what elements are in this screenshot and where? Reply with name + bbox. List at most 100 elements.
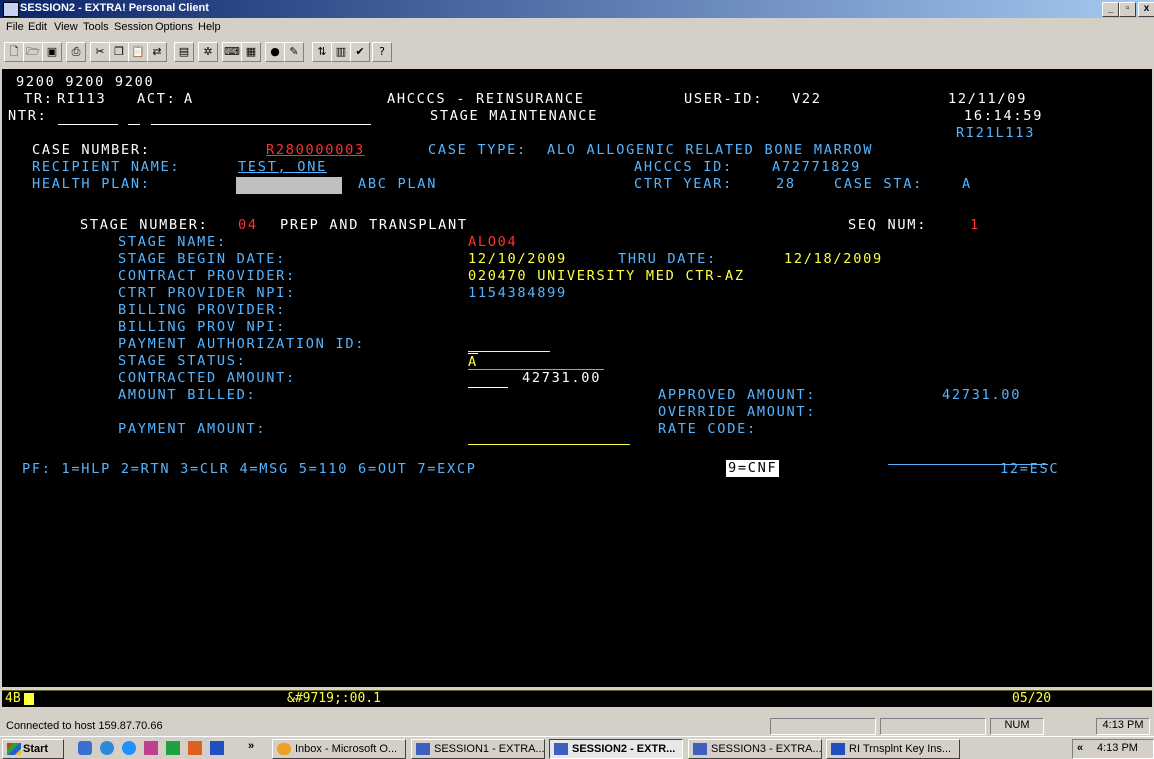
transfer-icon[interactable]: ⇅: [312, 42, 332, 62]
task-session2[interactable]: SESSION2 - EXTR...: [549, 739, 683, 759]
menu-options[interactable]: Options: [155, 21, 193, 33]
quicklaunch-icon-6[interactable]: [188, 741, 202, 755]
settings-icon[interactable]: ✲: [198, 42, 218, 62]
billing-provider-label: BILLING PROVIDER:: [118, 302, 287, 318]
ntr-field-3[interactable]: [151, 109, 371, 125]
quicklaunch-icon-1[interactable]: [78, 741, 92, 755]
save-icon[interactable]: ▣: [42, 42, 62, 62]
menu-edit[interactable]: Edit: [28, 21, 47, 33]
task-label: Inbox - Microsoft O...: [295, 743, 398, 755]
quicklaunch-icon-3[interactable]: [122, 741, 136, 755]
time-value: 16:14:59: [964, 108, 1044, 124]
menu-session[interactable]: Session: [114, 21, 153, 33]
connection-status: Connected to host 159.87.70.66: [6, 720, 163, 732]
menu-view[interactable]: View: [54, 21, 78, 33]
task-label: SESSION3 - EXTRA...: [711, 743, 822, 755]
task-session3[interactable]: SESSION3 - EXTRA...: [688, 739, 822, 759]
status-panel-1: [770, 718, 876, 735]
contracted-amount-value: 42731.00: [522, 370, 602, 386]
quicklaunch-more[interactable]: »: [248, 740, 254, 752]
billing-provider-field[interactable]: [468, 336, 550, 352]
tray-expand[interactable]: «: [1077, 742, 1083, 754]
report-icon[interactable]: ▥: [331, 42, 351, 62]
send-icon[interactable]: ⇄: [147, 42, 167, 62]
window-title-bar[interactable]: SESSION2 - EXTRA! Personal Client _ ▫ x: [0, 0, 1154, 18]
ntr-field-2[interactable]: [128, 109, 140, 125]
act-value[interactable]: A: [184, 91, 194, 108]
screen-id: RI21L113: [956, 125, 1036, 141]
macro-icon[interactable]: ▦: [241, 42, 261, 62]
status-bar: Connected to host 159.87.70.66 NUM 4:13 …: [0, 717, 1154, 735]
new-icon[interactable]: 🗋: [4, 42, 24, 62]
paste-icon[interactable]: 📋: [128, 42, 148, 62]
open-icon[interactable]: 🗁: [23, 42, 43, 62]
menu-file[interactable]: File: [6, 21, 24, 33]
oia-status: 4B: [5, 691, 21, 706]
system-title: AHCCCS - REINSURANCE: [387, 91, 585, 107]
print-icon[interactable]: ⎙: [66, 42, 86, 62]
billing-npi-field[interactable]: [468, 354, 604, 370]
maximize-button[interactable]: ▫: [1119, 2, 1136, 17]
seq-num-value[interactable]: 1: [970, 217, 980, 234]
minimize-button[interactable]: _: [1102, 2, 1119, 17]
tray-clock[interactable]: 4:13 PM: [1097, 742, 1138, 754]
task-session1[interactable]: SESSION1 - EXTRA...: [411, 739, 545, 759]
start-button[interactable]: Start: [2, 739, 64, 759]
pf-key-confirm[interactable]: 9=CNF: [726, 460, 780, 477]
stage-status-value[interactable]: A: [468, 353, 478, 371]
oia-cursor-position: 05/20: [1012, 691, 1052, 706]
stage-name-value: ALO04: [468, 234, 518, 250]
quicklaunch-icon-5[interactable]: [166, 741, 180, 755]
contract-provider-value[interactable]: 020470 UNIVERSITY MED CTR-AZ: [468, 268, 745, 285]
quicklaunch-icon-2[interactable]: [100, 741, 114, 755]
extra-session-icon: [693, 743, 707, 755]
tr-value[interactable]: RI113: [57, 91, 106, 108]
thru-date-value[interactable]: 12/18/2009: [784, 251, 883, 268]
quicklaunch-icon-4[interactable]: [144, 741, 158, 755]
ahcccs-id-label: AHCCCS ID:: [634, 159, 733, 175]
status-panel-2: [880, 718, 986, 735]
cut-icon[interactable]: ✂: [90, 42, 110, 62]
task-word-doc[interactable]: RI Trnsplnt Key Ins...: [826, 739, 960, 759]
case-type-value: ALO ALLOGENIC RELATED BONE MARROW: [547, 142, 874, 158]
close-button[interactable]: x: [1138, 2, 1154, 17]
folder-icon[interactable]: ▤: [174, 42, 194, 62]
payment-auth-field[interactable]: [468, 372, 508, 388]
extra-session-icon: [554, 743, 568, 755]
approved-amount-label: APPROVED AMOUNT:: [658, 387, 817, 403]
redacted-block: [236, 177, 342, 194]
date-value: 12/11/09: [948, 91, 1028, 107]
amount-billed-field[interactable]: [468, 429, 630, 445]
ctrt-year-label: CTRT YEAR:: [634, 176, 733, 192]
contracted-amount-label: CONTRACTED AMOUNT:: [118, 370, 296, 386]
ctrt-npi-value: 1154384899: [468, 285, 567, 301]
quicklaunch-icon-7[interactable]: [210, 741, 224, 755]
help-icon[interactable]: ?: [372, 42, 392, 62]
health-plan-label: HEALTH PLAN:: [32, 176, 151, 192]
user-id-label: USER-ID:: [684, 91, 764, 107]
check-icon[interactable]: ✔: [350, 42, 370, 62]
keyboard-icon[interactable]: ⌨: [222, 42, 242, 62]
operator-info-area: 4B &#9719;:00.1 05/20: [2, 690, 1152, 707]
menu-help[interactable]: Help: [198, 21, 221, 33]
stage-number-value[interactable]: 04: [238, 217, 258, 234]
stage-number-desc: PREP AND TRANSPLANT: [280, 217, 468, 233]
case-number-value[interactable]: R280000003: [266, 142, 365, 159]
toolbar: 🗋 🗁 ▣ ⎙ ✂ ❐ 📋 ⇄ ▤ ✲ ⌨ ▦ ● ✎ ⇅ ▥ ✔ ?: [0, 38, 1154, 66]
override-amount-label: OVERRIDE AMOUNT:: [658, 404, 817, 420]
ntr-field-1[interactable]: [58, 109, 118, 125]
terminal-screen[interactable]: 9200 9200 9200 TR: RI113 ACT: A AHCCCS -…: [2, 69, 1152, 687]
menu-bar: File Edit View Tools Session Options Hel…: [0, 18, 1154, 38]
start-label: Start: [23, 743, 49, 755]
task-inbox[interactable]: Inbox - Microsoft O...: [272, 739, 406, 759]
app-icon[interactable]: [3, 2, 19, 17]
extra-session-icon: [416, 743, 430, 755]
copy-icon[interactable]: ❐: [109, 42, 129, 62]
case-sta-label: CASE STA:: [834, 176, 923, 192]
stage-name-label: STAGE NAME:: [118, 234, 227, 250]
record-icon[interactable]: ●: [265, 42, 285, 62]
pen-icon[interactable]: ✎: [284, 42, 304, 62]
stage-begin-value[interactable]: 12/10/2009: [468, 251, 567, 268]
health-plan-value: ABC PLAN: [358, 176, 438, 192]
menu-tools[interactable]: Tools: [83, 21, 109, 33]
